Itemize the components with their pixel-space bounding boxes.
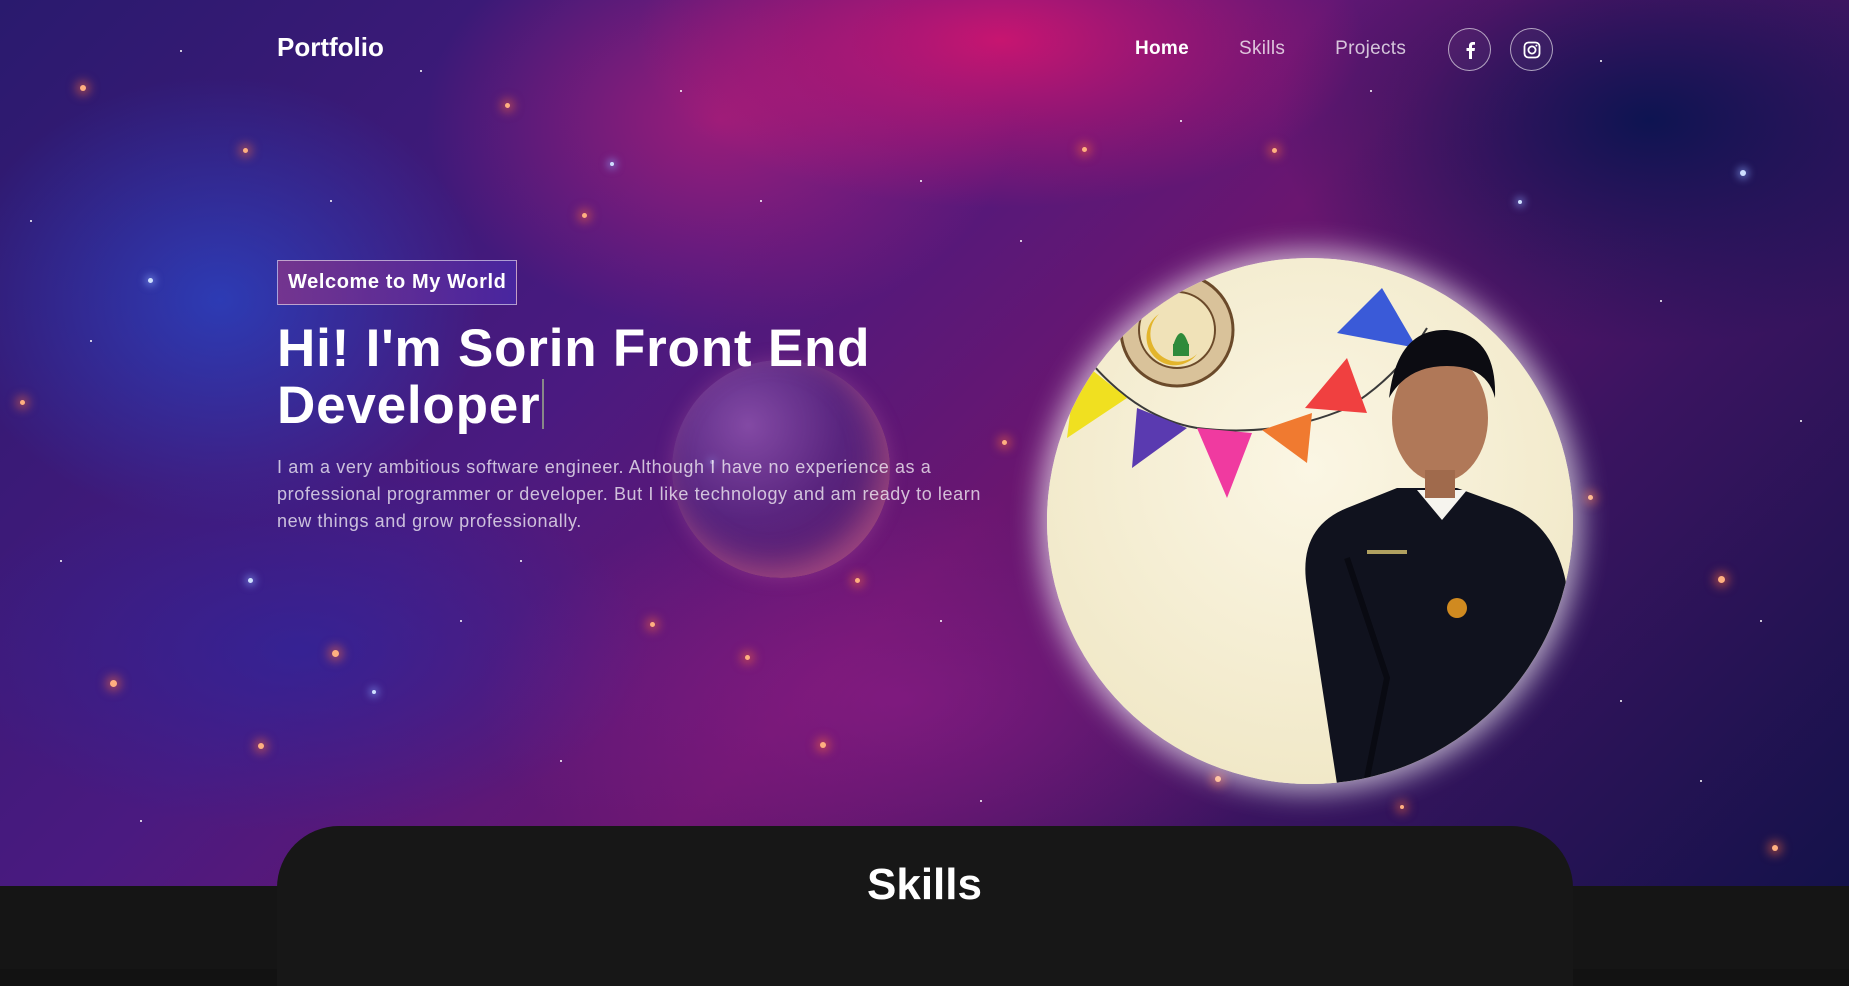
- star: [520, 560, 522, 562]
- star: [110, 680, 117, 687]
- star: [820, 742, 826, 748]
- hero-title: Hi! I'm Sorin Front End Developer: [277, 320, 997, 434]
- star: [1600, 60, 1602, 62]
- star: [1740, 170, 1746, 176]
- star: [650, 622, 655, 627]
- nav-link-home[interactable]: Home: [1135, 38, 1189, 60]
- star: [148, 278, 153, 283]
- nav-link-projects[interactable]: Projects: [1335, 38, 1406, 60]
- hero-description: I am a very ambitious software engineer.…: [277, 457, 981, 531]
- star: [80, 85, 86, 91]
- star: [372, 690, 376, 694]
- star: [1002, 440, 1007, 445]
- star: [1020, 240, 1022, 242]
- hero-title-line2: Developer: [277, 376, 541, 435]
- star: [1215, 776, 1221, 782]
- facebook-link[interactable]: [1448, 28, 1491, 71]
- star: [180, 50, 182, 52]
- star: [505, 103, 510, 108]
- instagram-link[interactable]: [1510, 28, 1553, 71]
- star: [60, 560, 62, 562]
- hero-banner: Portfolio Home Skills Projects Welcome t…: [0, 0, 1849, 886]
- star: [1620, 700, 1622, 702]
- star: [243, 148, 248, 153]
- star: [1700, 780, 1702, 782]
- star: [330, 200, 332, 202]
- star: [20, 400, 25, 405]
- nav-link-skills[interactable]: Skills: [1239, 38, 1285, 60]
- star: [760, 200, 762, 202]
- star: [855, 578, 860, 583]
- star: [460, 620, 462, 622]
- profile-photo-illustration: ✦ ✦ ✦: [1047, 258, 1573, 784]
- profile-photo: ✦ ✦ ✦: [1047, 258, 1573, 784]
- star: [560, 760, 562, 762]
- star: [745, 655, 750, 660]
- star: [248, 578, 253, 583]
- welcome-tagline: Welcome to My World: [277, 260, 518, 305]
- star: [582, 213, 587, 218]
- star: [610, 162, 614, 166]
- skills-heading: Skills: [867, 860, 982, 909]
- star: [258, 743, 264, 749]
- star: [1400, 805, 1404, 809]
- star: [940, 620, 942, 622]
- star: [1760, 620, 1762, 622]
- star: [1718, 576, 1725, 583]
- star: [1588, 495, 1593, 500]
- facebook-icon: [1466, 41, 1475, 59]
- star: [920, 180, 922, 182]
- star: [332, 650, 339, 657]
- star: [680, 90, 682, 92]
- star: [1518, 200, 1522, 204]
- star: [980, 800, 982, 802]
- star: [30, 220, 32, 222]
- star: [140, 820, 142, 822]
- star: [1180, 120, 1182, 122]
- star: [1772, 845, 1778, 851]
- star: [1082, 147, 1087, 152]
- star: [1800, 420, 1802, 422]
- nav-brand-logo[interactable]: Portfolio: [277, 32, 384, 63]
- star: [1660, 300, 1662, 302]
- star: [1272, 148, 1277, 153]
- starfield: [0, 0, 1849, 886]
- star: [420, 70, 422, 72]
- main-nav: Home Skills Projects: [1135, 38, 1456, 60]
- typing-caret: [542, 379, 545, 429]
- star: [90, 340, 92, 342]
- hero-title-line1: Hi! I'm Sorin Front End: [277, 319, 871, 378]
- instagram-icon: [1523, 41, 1540, 58]
- star: [1370, 90, 1372, 92]
